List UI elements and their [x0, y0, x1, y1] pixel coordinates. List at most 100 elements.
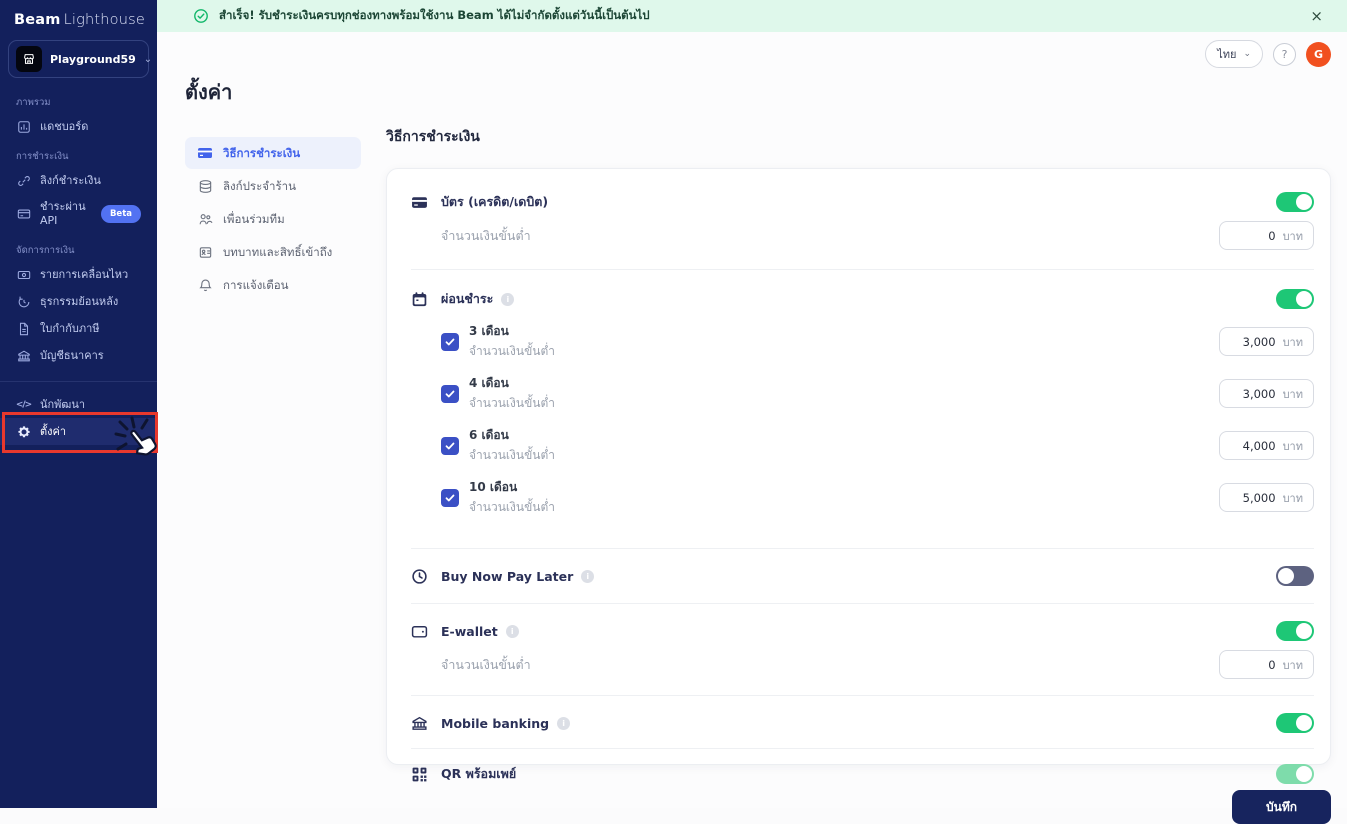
- payment-method-ewallet: E-wallet i จำนวนเงินขั้นต่ำ 0 บาท: [411, 603, 1314, 695]
- sidebar-section-overview: ภาพรวม: [16, 97, 51, 108]
- installment-toggle[interactable]: [1276, 289, 1314, 309]
- payment-method-title: ผ่อนชำระ: [441, 291, 494, 306]
- sidebar-item-settings[interactable]: ตั้งค่า: [0, 418, 157, 445]
- currency-suffix: บาท: [1282, 658, 1303, 672]
- document-icon: [16, 321, 31, 336]
- banner-message: สำเร็จ! รับชำระเงินครบทุกช่องทางพร้อมใช้…: [219, 8, 650, 22]
- beta-badge: Beta: [100, 205, 141, 223]
- chevron-down-icon: ⌄: [1243, 49, 1251, 59]
- sidebar-item-transactions[interactable]: รายการเคลื่อนไหว: [0, 261, 157, 288]
- tab-store-link[interactable]: ลิงก์ประจำร้าน: [185, 170, 361, 202]
- tab-teammates[interactable]: เพื่อนร่วมทีม: [185, 203, 361, 235]
- installment-10m-amount-input[interactable]: 5,000 บาท: [1219, 483, 1314, 512]
- qr-promptpay-toggle[interactable]: [1276, 764, 1314, 784]
- people-icon: [197, 211, 213, 227]
- installment-4m-amount-input[interactable]: 3,000 บาท: [1219, 379, 1314, 408]
- payment-method-bnpl: Buy Now Pay Later i: [411, 548, 1314, 603]
- id-badge-icon: [197, 244, 213, 260]
- clock-icon: [411, 568, 428, 585]
- check-circle-icon: [193, 8, 209, 24]
- avatar[interactable]: G: [1306, 41, 1331, 67]
- payment-method-title: Mobile banking: [441, 715, 550, 731]
- settings-nav: วิธีการชำระเงิน ลิงก์ประจำร้าน เพื่อนร่ว…: [185, 137, 361, 301]
- close-icon[interactable]: ×: [1306, 7, 1327, 26]
- tab-roles-access[interactable]: บทบาทและสิทธิ์เข้าถึง: [185, 236, 361, 268]
- mobile-banking-toggle[interactable]: [1276, 713, 1314, 733]
- payment-methods-card: บัตร (เครดิต/เดบิต) จำนวนเงินขั้นต่ำ 0 บ…: [386, 168, 1331, 784]
- database-icon: [197, 178, 213, 194]
- sidebar-divider: [0, 381, 157, 382]
- min-amount-label: จำนวนเงินขั้นต่ำ: [469, 500, 556, 514]
- sidebar-item-bank-account[interactable]: บัญชีธนาคาร: [0, 342, 157, 369]
- ewallet-min-amount-input[interactable]: 0 บาท: [1219, 650, 1314, 679]
- checkbox-checked[interactable]: [441, 436, 459, 455]
- brand-bold: Beam: [14, 12, 61, 28]
- ewallet-toggle[interactable]: [1276, 621, 1314, 641]
- sidebar-item-label: ใบกำกับภาษี: [40, 321, 100, 335]
- sidebar-section-finance: จัดการการเงิน: [16, 245, 75, 256]
- link-icon: [16, 173, 31, 188]
- payment-method-title: บัตร (เครดิต/เดบิต): [441, 194, 549, 209]
- workspace-switcher[interactable]: Playground59 ⌄: [8, 40, 152, 78]
- sidebar-item-label: แดชบอร์ด: [40, 119, 89, 133]
- card-min-amount-input[interactable]: 0 บาท: [1219, 221, 1314, 250]
- amount-value: 3,000: [1242, 334, 1276, 349]
- sidebar-item-developer[interactable]: </> นักพัฒนา: [0, 391, 157, 418]
- storefront-icon: [16, 46, 42, 72]
- amount-value: 3,000: [1242, 386, 1276, 401]
- brand-logo: Beam Lighthouse: [0, 0, 157, 34]
- help-button[interactable]: ?: [1273, 42, 1296, 66]
- info-icon[interactable]: i: [557, 716, 571, 730]
- tab-label: วิธีการชำระเงิน: [223, 145, 301, 160]
- tab-label: บทบาทและสิทธิ์เข้าถึง: [223, 244, 333, 259]
- info-icon[interactable]: i: [581, 569, 595, 583]
- amount-value: 0: [1268, 228, 1276, 243]
- language-selector[interactable]: ไทย ⌄: [1205, 40, 1263, 68]
- payment-method-qr-promptpay: QR พร้อมเพย์: [411, 748, 1314, 798]
- currency-suffix: บาท: [1282, 387, 1303, 401]
- payment-method-title: Buy Now Pay Later: [441, 568, 574, 584]
- app-window: Beam Lighthouse Playground59 ⌄ ภาพรวม แดช…: [0, 0, 1347, 824]
- payment-method-card: บัตร (เครดิต/เดบิต) จำนวนเงินขั้นต่ำ 0 บ…: [411, 169, 1314, 269]
- bank-icon: [411, 715, 428, 732]
- amount-value: 4,000: [1242, 438, 1276, 453]
- installment-option-10m: 10 เดือน จำนวนเงินขั้นต่ำ 5,000 บาท: [441, 478, 1314, 517]
- save-button[interactable]: บันทึก: [1232, 790, 1331, 824]
- sidebar-item-label: ธุรกรรมย้อนหลัง: [40, 294, 119, 308]
- info-icon[interactable]: i: [505, 624, 519, 638]
- option-label: 4 เดือน: [469, 376, 509, 390]
- sidebar-item-dashboard[interactable]: แดชบอร์ด: [0, 113, 157, 140]
- checkbox-checked[interactable]: [441, 332, 459, 351]
- sidebar-item-transaction-history[interactable]: ธุรกรรมย้อนหลัง: [0, 288, 157, 315]
- currency-suffix: บาท: [1282, 229, 1303, 243]
- info-icon[interactable]: i: [501, 292, 515, 306]
- sidebar-item-label: บัญชีธนาคาร: [40, 348, 104, 362]
- tab-payment-methods[interactable]: วิธีการชำระเงิน: [185, 137, 361, 169]
- amount-value: 0: [1268, 657, 1276, 672]
- brand-light: Lighthouse: [63, 12, 146, 28]
- sidebar-section-payments: การชำระเงิน: [16, 151, 69, 162]
- sidebar: Beam Lighthouse Playground59 ⌄ ภาพรวม แดช…: [0, 0, 157, 808]
- payment-method-title: QR พร้อมเพย์: [441, 766, 517, 781]
- amount-value: 5,000: [1242, 490, 1276, 505]
- installment-6m-amount-input[interactable]: 4,000 บาท: [1219, 431, 1314, 460]
- option-label: 10 เดือน: [469, 480, 518, 494]
- main-area: สำเร็จ! รับชำระเงินครบทุกช่องทางพร้อมใช้…: [157, 0, 1347, 824]
- checkbox-checked[interactable]: [441, 488, 459, 507]
- currency-suffix: บาท: [1282, 491, 1303, 505]
- installment-3m-amount-input[interactable]: 3,000 บาท: [1219, 327, 1314, 356]
- sidebar-item-payment-link[interactable]: ลิงก์ชำระเงิน: [0, 167, 157, 194]
- sidebar-item-label: ตั้งค่า: [40, 424, 67, 438]
- min-amount-label: จำนวนเงินขั้นต่ำ: [469, 344, 556, 358]
- sidebar-item-api-payments[interactable]: ชำระผ่าน API Beta: [0, 194, 157, 234]
- sidebar-item-tax-invoice[interactable]: ใบกำกับภาษี: [0, 315, 157, 342]
- bnpl-toggle[interactable]: [1276, 566, 1314, 586]
- bell-icon: [197, 277, 213, 293]
- card-toggle[interactable]: [1276, 192, 1314, 212]
- workspace-name: Playground59: [50, 52, 136, 66]
- card-icon: [197, 145, 213, 161]
- checkbox-checked[interactable]: [441, 384, 459, 403]
- wallet-icon: [411, 623, 428, 640]
- tab-notifications[interactable]: การแจ้งเตือน: [185, 269, 361, 301]
- sidebar-item-label: รายการเคลื่อนไหว: [40, 267, 129, 281]
